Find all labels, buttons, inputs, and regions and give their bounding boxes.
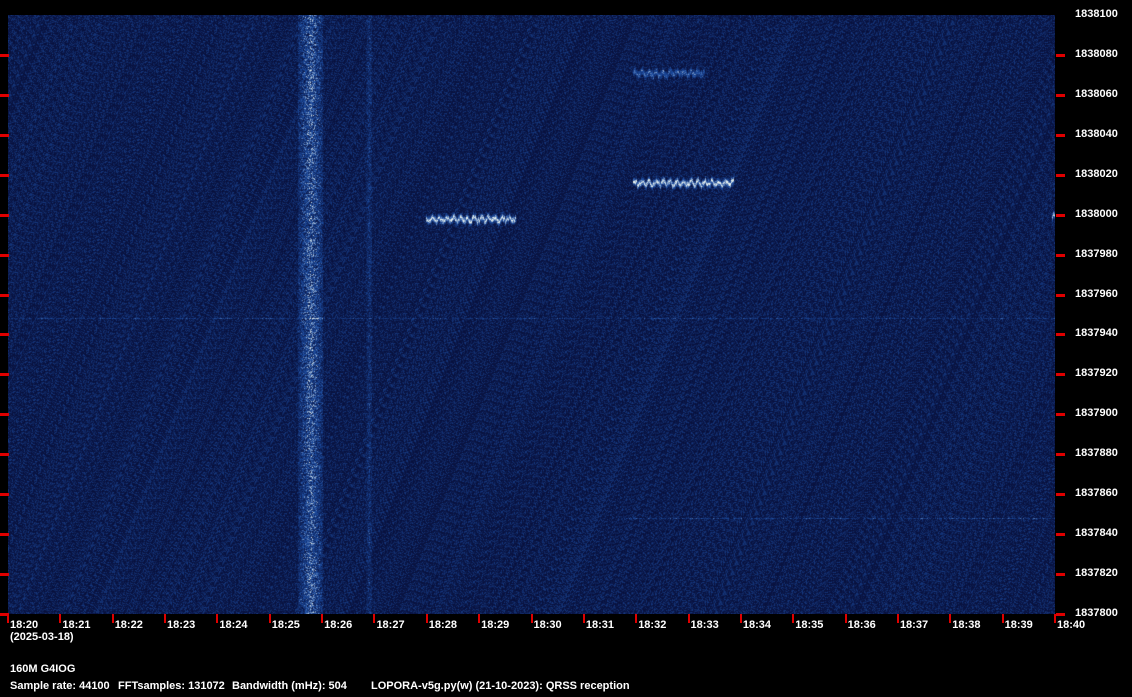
y-tick-label: 1838040 xyxy=(1075,127,1118,140)
y-tick-right xyxy=(1056,613,1065,616)
y-tick-left xyxy=(0,93,9,97)
y-tick-label: 1837800 xyxy=(1075,607,1118,619)
x-tick-label: 18:37 xyxy=(899,619,929,631)
y-tick-label: 1837920 xyxy=(1075,367,1118,380)
y-tick-label: 1837860 xyxy=(1075,487,1118,500)
x-tick-label: 18:21 xyxy=(62,619,91,631)
x-tick xyxy=(635,614,638,623)
y-tick-label: 1838060 xyxy=(1075,87,1118,100)
x-tick xyxy=(425,614,428,623)
y-tick-left xyxy=(0,413,9,417)
y-tick-right xyxy=(1056,533,1065,537)
y-tick-label: 1838080 xyxy=(1075,47,1118,60)
x-tick-label: 18:33 xyxy=(690,619,719,631)
y-tick-label: 1838100 xyxy=(1075,8,1118,20)
y-tick-right xyxy=(1056,373,1065,377)
x-tick-label: 18:32 xyxy=(638,619,667,631)
x-tick xyxy=(844,614,847,623)
bandwidth: Bandwidth (mHz): 504 xyxy=(232,680,347,692)
x-tick xyxy=(949,614,952,623)
x-tick-label: 18:24 xyxy=(219,619,248,631)
x-tick-label: 18:39 xyxy=(1004,619,1033,631)
y-tick-label: 1838000 xyxy=(1075,207,1118,220)
y-tick-right xyxy=(1056,253,1065,257)
x-tick-label: 18:20 xyxy=(10,619,39,631)
x-tick xyxy=(111,614,114,623)
x-tick xyxy=(792,614,795,623)
x-tick xyxy=(687,614,690,623)
x-tick-label: 18:25 xyxy=(271,619,300,631)
y-tick-right xyxy=(1056,173,1065,177)
y-tick-left xyxy=(0,373,9,377)
y-tick-label: 1837960 xyxy=(1075,287,1118,300)
y-tick-right xyxy=(1056,493,1065,497)
x-tick xyxy=(1001,614,1004,623)
y-tick-left xyxy=(0,573,9,577)
x-tick-label: 18:22 xyxy=(114,619,143,631)
y-tick-left xyxy=(0,533,9,537)
x-tick xyxy=(268,614,271,623)
x-tick xyxy=(1054,614,1056,623)
x-tick xyxy=(321,614,324,623)
y-tick-right xyxy=(1056,53,1065,57)
y-tick-left xyxy=(0,253,9,257)
software-info: LOPORA-v5g.py(w) (21-10-2023): QRSS rece… xyxy=(371,680,630,692)
x-tick-label: 18:38 xyxy=(952,619,981,631)
x-tick-label: 18:23 xyxy=(167,619,196,631)
x-tick-label: 18:28 xyxy=(428,619,457,631)
x-tick xyxy=(582,614,585,623)
x-tick-label: 18:29 xyxy=(481,619,510,631)
x-tick-label: 18:40 xyxy=(1057,619,1086,631)
y-tick-left xyxy=(0,293,9,297)
x-tick-label: 18:27 xyxy=(376,619,405,631)
y-tick-label: 1837900 xyxy=(1075,407,1118,420)
x-tick-label: 18:35 xyxy=(795,619,824,631)
x-tick-label: 18:30 xyxy=(533,619,562,631)
date-label: (2025-03-18) xyxy=(10,631,74,643)
y-tick-right xyxy=(1056,133,1065,137)
waterfall-spectrogram xyxy=(8,15,1055,614)
y-tick-label: 1837940 xyxy=(1075,327,1118,340)
x-tick xyxy=(896,614,899,623)
y-tick-left xyxy=(0,53,9,57)
x-tick xyxy=(739,614,742,623)
x-tick-label: 18:26 xyxy=(324,619,353,631)
y-tick-right xyxy=(1056,333,1065,337)
y-tick-left xyxy=(0,213,9,217)
y-tick-right xyxy=(1056,413,1065,417)
y-tick-label: 1837880 xyxy=(1075,447,1118,460)
x-tick xyxy=(216,614,219,623)
x-tick-label: 18:31 xyxy=(585,619,614,631)
y-tick-right xyxy=(1056,453,1065,457)
y-tick-right xyxy=(1056,93,1065,97)
x-tick-label: 18:36 xyxy=(847,619,876,631)
x-tick xyxy=(59,614,62,623)
y-tick-right xyxy=(1056,213,1065,217)
y-tick-label: 1837980 xyxy=(1075,247,1118,260)
x-tick-label: 18:34 xyxy=(742,619,772,631)
sample-rate: Sample rate: 44100 xyxy=(10,680,110,692)
x-tick xyxy=(478,614,481,623)
y-tick-right xyxy=(1056,293,1065,297)
y-tick-left xyxy=(0,333,9,337)
y-tick-left xyxy=(0,133,9,137)
y-tick-label: 1838020 xyxy=(1075,167,1118,180)
x-tick xyxy=(373,614,376,623)
fft-samples: FFTsamples: 131072 xyxy=(118,680,225,692)
y-tick-left xyxy=(0,493,9,497)
x-tick xyxy=(7,614,9,623)
y-tick-label: 1837840 xyxy=(1075,527,1118,540)
station-label: 160M G4IOG xyxy=(10,663,76,675)
y-tick-label: 1837820 xyxy=(1075,567,1118,580)
y-tick-left xyxy=(0,173,9,177)
x-tick xyxy=(164,614,167,623)
x-tick xyxy=(530,614,533,623)
y-tick-right xyxy=(1056,573,1065,577)
y-tick-left xyxy=(0,453,9,457)
